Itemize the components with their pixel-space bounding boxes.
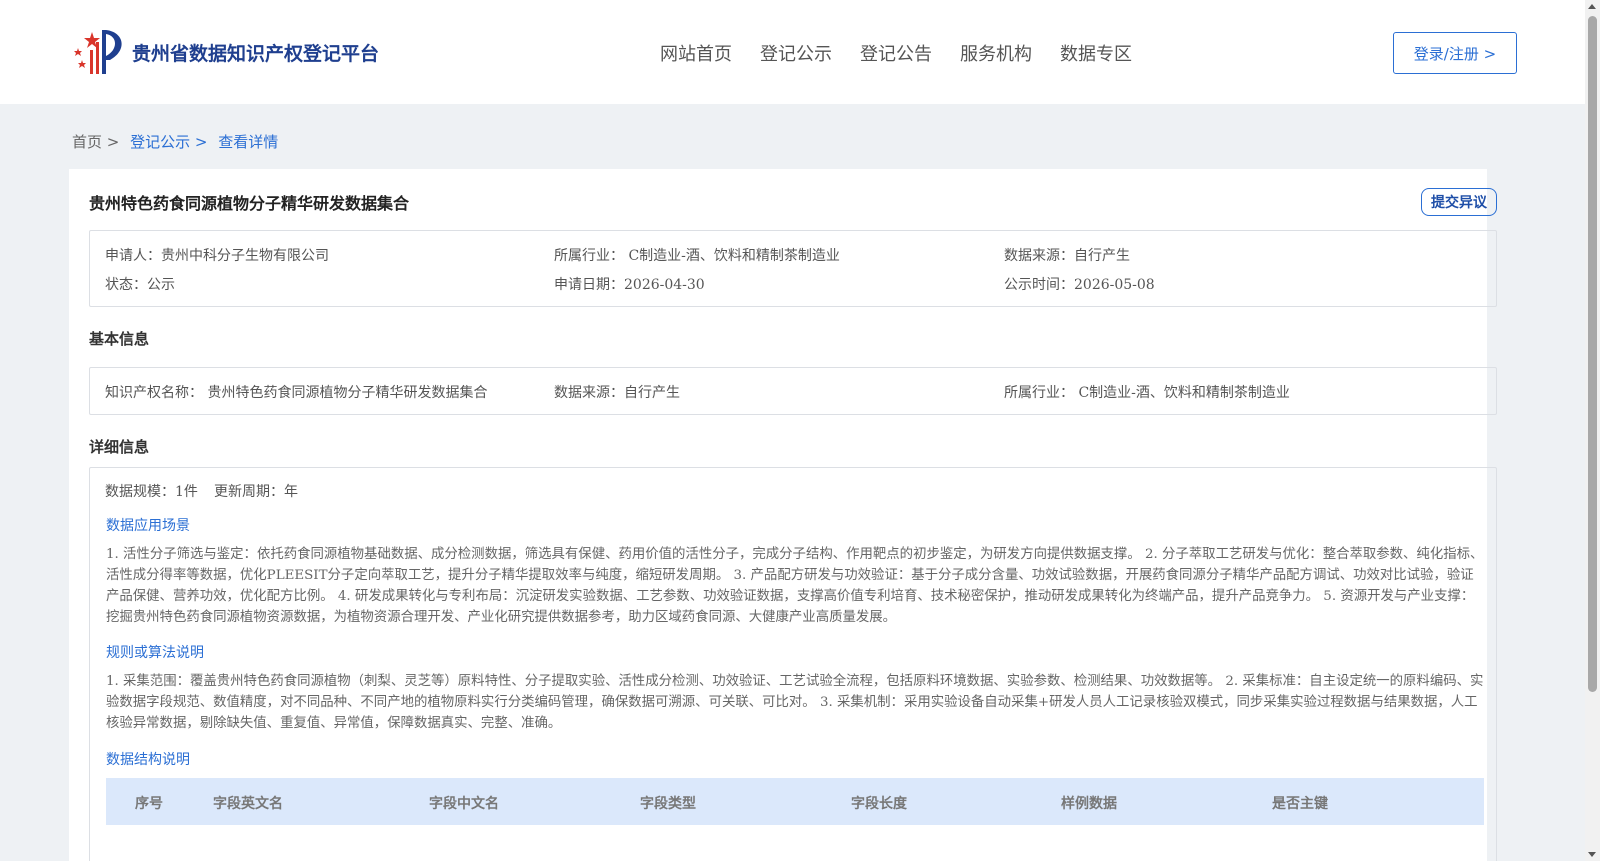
detail-info-box: 数据规模：1件 更新周期：年 数据应用场景 1. 活性分子筛选与鉴定：依托药食同… bbox=[89, 467, 1497, 861]
publish-date-field: 公示时间：2026-05-08 bbox=[1004, 277, 1155, 293]
structure-table-header: 序号 字段英文名 字段中文名 字段类型 字段长度 样例数据 是否主键 bbox=[106, 778, 1484, 825]
rules-heading: 规则或算法说明 bbox=[106, 645, 204, 661]
nav-item-home[interactable]: 网站首页 bbox=[660, 40, 732, 66]
table-header-length: 字段长度 bbox=[851, 796, 907, 812]
basic-info-heading: 基本信息 bbox=[89, 330, 150, 348]
applicant-field: 申请人：贵州中科分子生物有限公司 bbox=[105, 248, 329, 264]
scenario-text: 1. 活性分子筛选与鉴定：依托药食同源植物基础数据、成分检测数据，筛选具有保健、… bbox=[106, 547, 1484, 625]
basic-data-source-field: 数据来源：自行产生 bbox=[554, 385, 680, 401]
site-logo[interactable]: 贵州省数据知识产权登记平台 bbox=[70, 26, 379, 78]
breadcrumb-publicity[interactable]: 登记公示 > bbox=[130, 133, 207, 151]
nav-item-data-zone[interactable]: 数据专区 bbox=[1060, 40, 1132, 66]
breadcrumb-current: 查看详情 bbox=[218, 133, 279, 151]
table-header-en-name: 字段英文名 bbox=[213, 796, 283, 812]
rules-text: 1. 采集范围：覆盖贵州特色药食同源植物（刺梨、灵芝等）原料特性、分子提取实验、… bbox=[106, 674, 1484, 731]
page-scrollbar[interactable] bbox=[1585, 0, 1600, 861]
site-name: 贵州省数据知识产权登记平台 bbox=[132, 42, 380, 65]
nav-item-service-agencies[interactable]: 服务机构 bbox=[960, 40, 1032, 66]
structure-heading: 数据结构说明 bbox=[106, 752, 190, 768]
apply-date-field: 申请日期：2026-04-30 bbox=[554, 277, 705, 293]
submit-objection-button[interactable]: 提交异议 bbox=[1421, 188, 1497, 216]
basic-industry-field: 所属行业： C制造业-酒、饮料和精制茶制造业 bbox=[1004, 385, 1290, 401]
data-scale-field: 数据规模：1件 bbox=[105, 484, 198, 500]
ip-name-field: 知识产权名称： 贵州特色药食同源植物分子精华研发数据集合 bbox=[105, 385, 488, 401]
scenario-heading: 数据应用场景 bbox=[106, 518, 190, 534]
status-field: 状态：公示 bbox=[105, 277, 175, 293]
scroll-down-arrow-icon[interactable] bbox=[1588, 852, 1596, 857]
table-header-sample: 样例数据 bbox=[1061, 796, 1117, 812]
nav-item-announcement[interactable]: 登记公告 bbox=[860, 40, 932, 66]
table-header-cn-name: 字段中文名 bbox=[429, 796, 499, 812]
basic-info-box: 知识产权名称： 贵州特色药食同源植物分子精华研发数据集合 数据来源：自行产生 所… bbox=[89, 367, 1497, 415]
table-header-type: 字段类型 bbox=[640, 796, 696, 812]
main-nav: 网站首页 登记公示 登记公告 服务机构 数据专区 bbox=[660, 40, 1132, 66]
breadcrumb-home[interactable]: 首页 > bbox=[72, 133, 119, 151]
nav-item-publicity[interactable]: 登记公示 bbox=[760, 40, 832, 66]
page-title: 贵州特色药食同源植物分子精华研发数据集合 bbox=[89, 194, 410, 213]
update-cycle-field: 更新周期：年 bbox=[214, 484, 298, 500]
table-header-index: 序号 bbox=[135, 796, 163, 812]
scroll-thumb[interactable] bbox=[1588, 16, 1597, 692]
table-header-primary-key: 是否主键 bbox=[1272, 796, 1328, 812]
scroll-up-arrow-icon[interactable] bbox=[1588, 4, 1596, 9]
breadcrumb: 首页 > 登记公示 > 查看详情 bbox=[72, 131, 278, 152]
industry-field: 所属行业： C制造业-酒、饮料和精制茶制造业 bbox=[554, 248, 840, 264]
detail-card: 贵州特色药食同源植物分子精华研发数据集合 提交异议 申请人：贵州中科分子生物有限… bbox=[69, 169, 1497, 861]
logo-emblem-icon bbox=[70, 26, 128, 78]
detail-info-heading: 详细信息 bbox=[89, 438, 150, 456]
data-source-field: 数据来源：自行产生 bbox=[1004, 248, 1130, 264]
summary-box: 申请人：贵州中科分子生物有限公司 所属行业： C制造业-酒、饮料和精制茶制造业 … bbox=[89, 230, 1497, 307]
top-header: 贵州省数据知识产权登记平台 网站首页 登记公示 登记公告 服务机构 数据专区 登… bbox=[0, 0, 1585, 104]
login-register-button[interactable]: 登录/注册 > bbox=[1393, 32, 1517, 74]
